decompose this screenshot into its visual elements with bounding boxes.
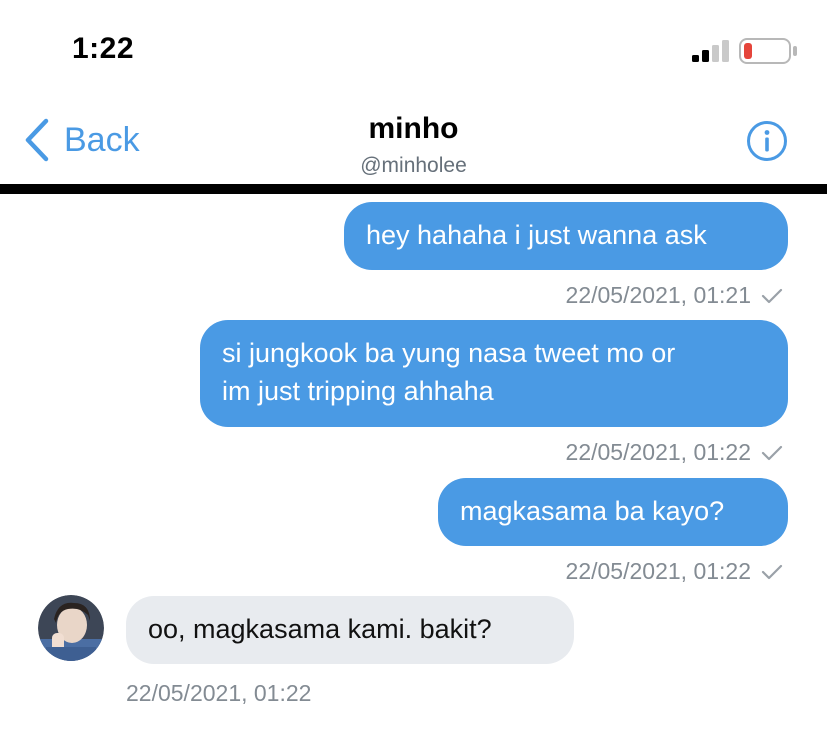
timestamp-text: 22/05/2021, 01:22	[126, 680, 312, 706]
info-icon[interactable]	[746, 120, 788, 162]
message-text-line: im just tripping ahhaha	[222, 376, 494, 406]
status-time: 1:22	[72, 32, 135, 65]
cellular-signal-icon	[692, 40, 729, 62]
message-timestamp: 22/05/2021, 01:22	[126, 680, 311, 707]
battery-low-icon	[739, 38, 797, 64]
message-timestamp: 22/05/2021, 01:21	[566, 282, 783, 309]
message-bubble-sent[interactable]: si jungkook ba yung nasa tweet mo or im …	[200, 320, 788, 427]
message-text: hey hahaha i just wanna ask	[366, 220, 707, 250]
message-timestamp: 22/05/2021, 01:22	[566, 558, 783, 585]
checkmark-icon	[761, 564, 783, 579]
message-text: oo, magkasama kami. bakit?	[148, 614, 492, 644]
message-text: magkasama ba kayo?	[460, 496, 725, 526]
message-bubble-sent[interactable]: magkasama ba kayo?	[438, 478, 788, 546]
message-timestamp: 22/05/2021, 01:22	[566, 439, 783, 466]
checkmark-icon	[761, 445, 783, 460]
contact-handle: @minholee	[360, 154, 467, 177]
header-divider	[0, 184, 827, 194]
avatar[interactable]	[38, 595, 104, 661]
message-bubble-sent[interactable]: hey hahaha i just wanna ask	[344, 202, 788, 270]
dm-conversation-screen: 1:22 Back minho @minholee hey hahaha i j…	[0, 0, 827, 750]
timestamp-text: 22/05/2021, 01:21	[565, 282, 751, 308]
checkmark-icon	[761, 288, 783, 303]
message-text-line: si jungkook ba yung nasa tweet mo or	[222, 338, 676, 368]
conversation-header: Back minho @minholee	[0, 100, 827, 184]
status-bar: 1:22	[0, 0, 827, 100]
avatar-image	[38, 595, 104, 661]
timestamp-text: 22/05/2021, 01:22	[565, 558, 751, 584]
timestamp-text: 22/05/2021, 01:22	[565, 439, 751, 465]
contact-name: minho	[368, 112, 459, 145]
message-bubble-received[interactable]: oo, magkasama kami. bakit?	[126, 596, 574, 664]
